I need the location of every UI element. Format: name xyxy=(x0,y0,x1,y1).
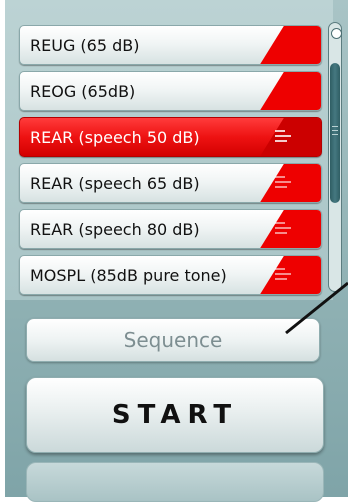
measurement-item-mospl-85[interactable]: MOSPL (85dB pure tone) xyxy=(19,255,322,295)
measurement-item-label: REAR (speech 50 dB) xyxy=(30,128,200,147)
measurement-item-label: REAR (speech 80 dB) xyxy=(30,220,200,239)
sequence-button[interactable]: Sequence xyxy=(26,318,320,362)
grip-icon xyxy=(332,126,338,138)
scrollbar-track[interactable] xyxy=(328,22,342,292)
scroll-up-knob-icon[interactable] xyxy=(331,28,342,39)
measurement-item-label: REAR (speech 65 dB) xyxy=(30,174,200,193)
measurement-status-tab xyxy=(259,26,321,64)
measurement-item-rear-50[interactable]: REAR (speech 50 dB) xyxy=(19,117,322,157)
measurement-item-reog-65[interactable]: REOG (65dB) xyxy=(19,71,322,111)
measurement-status-tab xyxy=(259,72,321,110)
list-lines-icon xyxy=(275,176,291,190)
measurement-item-label: MOSPL (85dB pure tone) xyxy=(30,266,227,285)
list-lines-icon xyxy=(275,222,291,236)
measurement-item-label: REUG (65 dB) xyxy=(30,36,140,55)
lower-button[interactable] xyxy=(26,462,324,502)
measurement-item-rear-80[interactable]: REAR (speech 80 dB) xyxy=(19,209,322,249)
measurement-item-reug-65[interactable]: REUG (65 dB) xyxy=(19,25,322,65)
list-lines-icon xyxy=(275,268,291,282)
list-lines-icon xyxy=(275,130,291,144)
measurement-item-label: REOG (65dB) xyxy=(30,82,136,101)
start-button[interactable]: START xyxy=(26,377,324,453)
scrollbar-thumb[interactable] xyxy=(330,63,340,203)
measurement-item-rear-65[interactable]: REAR (speech 65 dB) xyxy=(19,163,322,203)
